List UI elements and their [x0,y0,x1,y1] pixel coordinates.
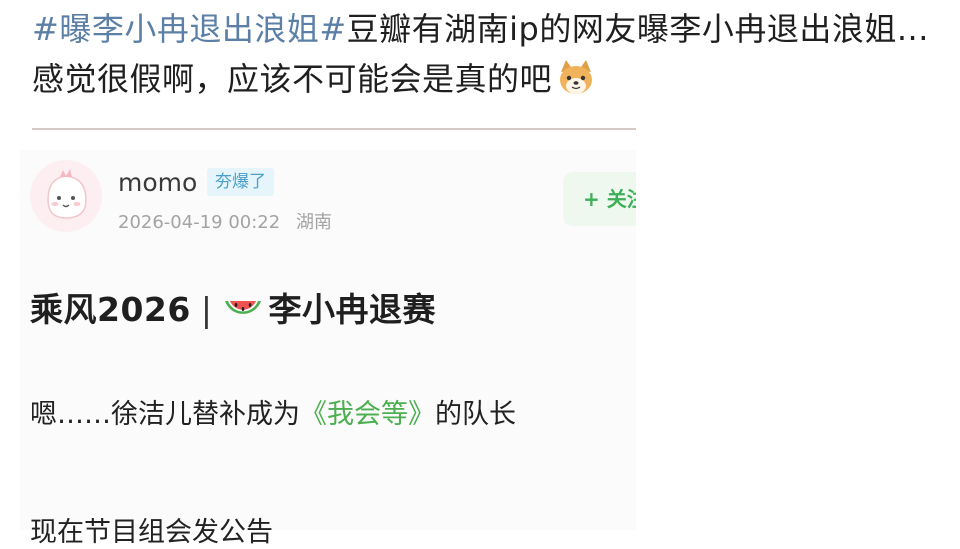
post-card [20,150,636,530]
post-meta: 2026-04-19 00:22 湖南 [118,208,332,234]
hashtag-link[interactable]: #曝李小冉退出浪姐# [32,10,347,48]
divider [32,128,636,130]
username[interactable]: momo [118,168,197,197]
avatar[interactable] [30,160,102,232]
post-title: 乘风2026 | 李小冉退赛 [30,283,436,331]
post-title-separator: | [200,290,213,329]
post-line-1-prefix: 嗯……徐洁儿替补成为 [30,399,300,430]
watermelon-icon [225,301,262,314]
post-date: 2026-04-19 00:22 [118,212,281,233]
follow-button[interactable]: + 关注 [563,172,636,226]
post-location: 湖南 [295,212,332,233]
post-line-1: 嗯……徐洁儿替补成为《我会等》的队长 [30,392,516,431]
status-badge: 夯爆了 [207,168,274,196]
post-title-right: 李小冉退赛 [268,290,436,329]
post-title-left: 乘风2026 [30,290,191,329]
headline-text: #曝李小冉退出浪姐#豆瓣有湖南ip的网友曝李小冉退出浪姐...感觉很假啊，应该不… [32,4,952,104]
dog-face-icon [560,60,593,94]
avatar-icon [30,160,102,232]
post-line-1-suffix: 的队长 [435,399,516,430]
song-link[interactable]: 《我会等》 [300,399,435,430]
